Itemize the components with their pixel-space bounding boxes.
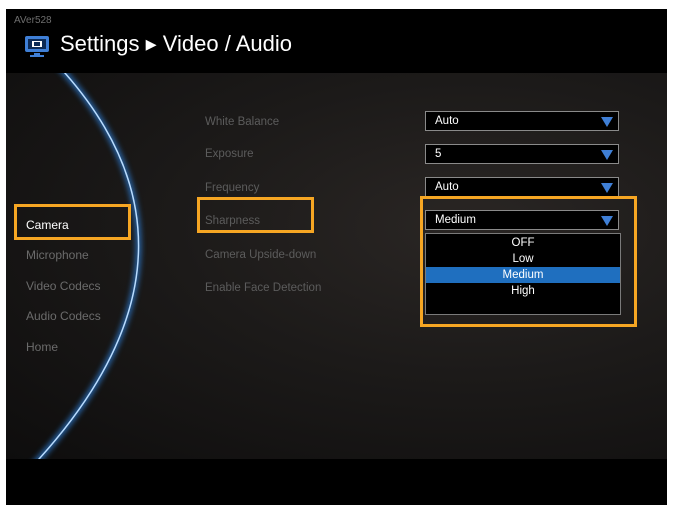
display-settings-icon [25, 36, 49, 57]
highlight-sharpness-label [197, 197, 314, 233]
enable-face-detection-label[interactable]: Enable Face Detection [205, 282, 321, 294]
frequency-value: Auto [435, 181, 459, 193]
footer [6, 459, 667, 505]
exposure-select[interactable]: 5 [425, 144, 619, 164]
dropdown-arrow-icon [601, 150, 613, 160]
frequency-select[interactable]: Auto [425, 177, 619, 197]
exposure-label: Exposure [205, 148, 254, 160]
highlight-camera [14, 204, 131, 240]
highlight-sharpness-dropdown [420, 196, 637, 327]
sidebar-item-audio-codecs[interactable]: Audio Codecs [26, 309, 101, 323]
white-balance-label: White Balance [205, 116, 280, 128]
page-title: Settings ▸ Video / Audio [60, 31, 293, 56]
exposure-value: 5 [435, 148, 442, 160]
white-balance-value: Auto [435, 115, 459, 127]
camera-upside-down-label[interactable]: Camera Upside-down [205, 249, 316, 261]
header: AVer528 Settings ▸ Video / Audio [6, 9, 667, 73]
dropdown-arrow-icon [601, 183, 613, 193]
sidebar-item-microphone[interactable]: Microphone [26, 248, 89, 262]
sidebar-item-video-codecs[interactable]: Video Codecs [26, 279, 101, 293]
dropdown-arrow-icon [601, 117, 613, 127]
white-balance-select[interactable]: Auto [425, 111, 619, 131]
sidebar-item-home[interactable]: Home [26, 340, 58, 354]
frequency-label: Frequency [205, 182, 260, 194]
brand-label: AVer528 [14, 15, 52, 26]
